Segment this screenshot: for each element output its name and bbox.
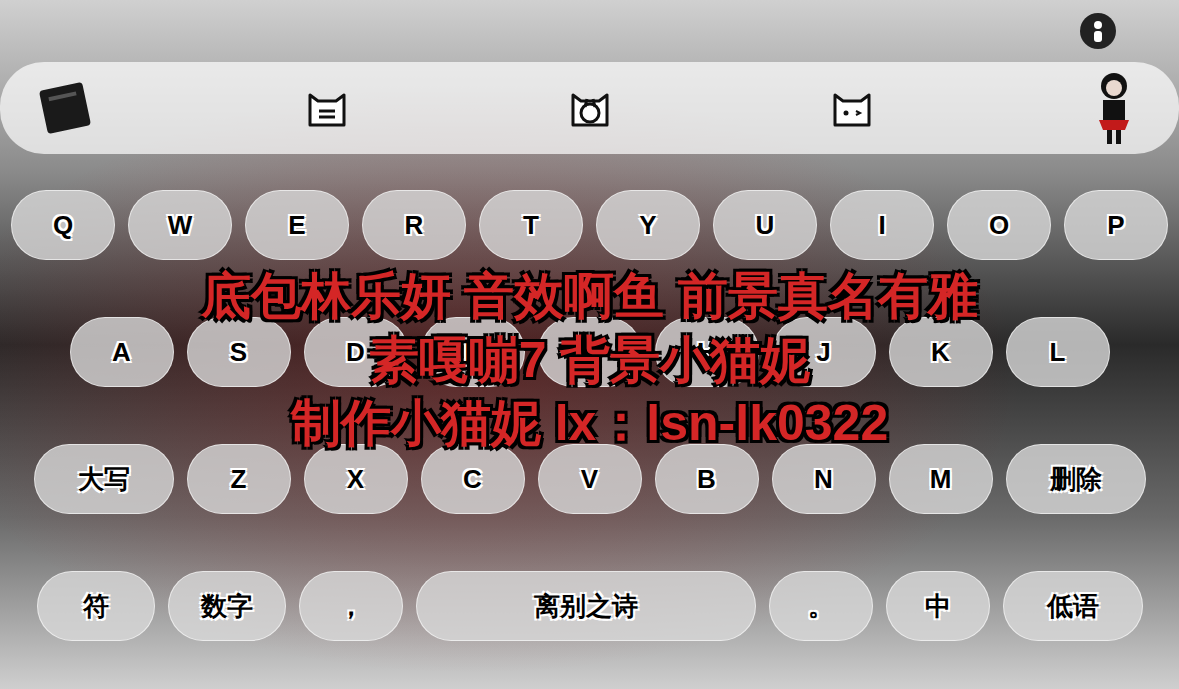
- toolbar-button[interactable]: [292, 85, 362, 131]
- credit-line: 素嘎嘣7 背景小猫妮: [369, 332, 811, 390]
- credit-line: 底包林乐妍 音效啊鱼 前景真名有雅: [201, 268, 979, 326]
- key[interactable]: 低语: [1003, 571, 1143, 641]
- key[interactable]: I: [830, 190, 934, 260]
- credits-overlay: 底包林乐妍 音效啊鱼 前景真名有雅素嘎嘣7 背景小猫妮制作小猫妮 lx：lsn-…: [0, 268, 1179, 453]
- key[interactable]: M: [889, 444, 993, 514]
- key[interactable]: T: [479, 190, 583, 260]
- key[interactable]: X: [304, 444, 408, 514]
- top-strip: [0, 0, 1179, 62]
- cat-face-icon: [304, 85, 350, 131]
- key[interactable]: U: [713, 190, 817, 260]
- key[interactable]: Z: [187, 444, 291, 514]
- key[interactable]: D: [304, 317, 408, 387]
- assistant-icon[interactable]: [1079, 12, 1117, 50]
- key[interactable]: O: [947, 190, 1051, 260]
- key[interactable]: ，: [299, 571, 403, 641]
- key[interactable]: L: [1006, 317, 1110, 387]
- key[interactable]: 离别之诗: [416, 571, 756, 641]
- cat-face-icon: [567, 85, 613, 131]
- keyboard-skin: QWERTYUIOPASDFGHJKL大写ZXCVBNM删除符数字，离别之诗。中…: [0, 0, 1179, 689]
- key[interactable]: F: [421, 317, 525, 387]
- key[interactable]: B: [655, 444, 759, 514]
- toolbar-button[interactable]: [817, 85, 887, 131]
- key[interactable]: G: [538, 317, 642, 387]
- toolbar: [0, 62, 1179, 154]
- key[interactable]: E: [245, 190, 349, 260]
- toolbar-button[interactable]: [555, 85, 625, 131]
- key-row: QWERTYUIOP: [0, 190, 1179, 260]
- key[interactable]: J: [772, 317, 876, 387]
- key[interactable]: 中: [886, 571, 990, 641]
- key[interactable]: H: [655, 317, 759, 387]
- credit-line: 制作小猫妮 lx：lsn-lk0322: [291, 395, 888, 453]
- toolbar-button[interactable]: [1079, 68, 1149, 148]
- key[interactable]: P: [1064, 190, 1168, 260]
- key[interactable]: S: [187, 317, 291, 387]
- key[interactable]: 符: [37, 571, 155, 641]
- key[interactable]: K: [889, 317, 993, 387]
- key-row: ASDFGHJKL: [0, 317, 1179, 387]
- key[interactable]: V: [538, 444, 642, 514]
- key[interactable]: 大写: [34, 444, 174, 514]
- key[interactable]: Y: [596, 190, 700, 260]
- key[interactable]: A: [70, 317, 174, 387]
- toolbar-button[interactable]: [30, 78, 100, 138]
- key[interactable]: 。: [769, 571, 873, 641]
- key[interactable]: 数字: [168, 571, 286, 641]
- book-icon: [37, 78, 93, 138]
- key[interactable]: C: [421, 444, 525, 514]
- key[interactable]: 删除: [1006, 444, 1146, 514]
- key[interactable]: R: [362, 190, 466, 260]
- cat-face-icon: [829, 85, 875, 131]
- key[interactable]: N: [772, 444, 876, 514]
- avatar-icon: [1089, 68, 1139, 148]
- key-area: QWERTYUIOPASDFGHJKL大写ZXCVBNM删除符数字，离别之诗。中…: [0, 154, 1179, 641]
- key-row: 符数字，离别之诗。中低语: [0, 571, 1179, 641]
- key[interactable]: Q: [11, 190, 115, 260]
- key-row: 大写ZXCVBNM删除: [0, 444, 1179, 514]
- key[interactable]: W: [128, 190, 232, 260]
